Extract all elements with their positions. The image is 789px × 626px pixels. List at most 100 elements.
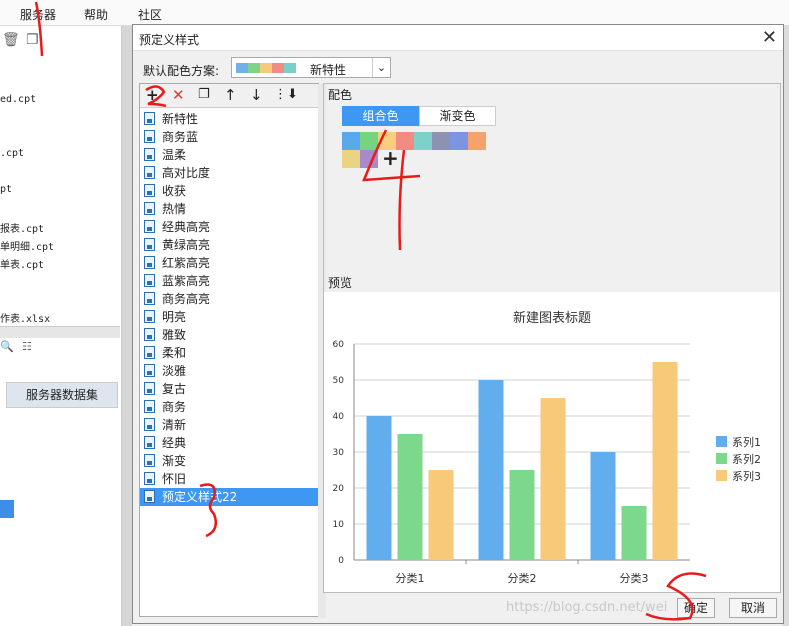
- palette-swatch[interactable]: [342, 132, 360, 150]
- chevron-down-icon[interactable]: ⌄: [372, 58, 390, 77]
- style-doc-icon: [144, 148, 155, 161]
- selection-marker: [0, 500, 14, 518]
- chart-preview: 新建图表标题 0 10 20 30 40 50 60 分类1 分类2 分类3 系列1 系列2 系列3: [324, 292, 780, 592]
- list-item[interactable]: 清新: [140, 416, 318, 434]
- menu-help[interactable]: 帮助: [84, 6, 108, 23]
- list-item[interactable]: 新特性: [140, 110, 318, 128]
- search-icon[interactable]: 🔍: [0, 340, 14, 353]
- list-item-label: 高对比度: [162, 166, 211, 180]
- scheme-swatch: [260, 63, 272, 73]
- list-item-label: 预定义样式22: [162, 490, 238, 504]
- file-item[interactable]: 单明细.cpt: [0, 238, 54, 253]
- scheme-swatch: [248, 63, 260, 73]
- list-item[interactable]: 经典高亮: [140, 218, 318, 236]
- list-item-label: 经典: [162, 436, 187, 450]
- x-tick-label: 分类3: [620, 571, 649, 585]
- list-toolbar: + ✕ ❐ ↑ ↓ ⋮⬇: [140, 84, 318, 108]
- list-item[interactable]: 渐变: [140, 452, 318, 470]
- palette-swatch[interactable]: [432, 132, 450, 150]
- style-doc-icon: [144, 418, 155, 431]
- bar: [621, 506, 647, 560]
- trash-icon[interactable]: 🗑: [2, 32, 20, 48]
- list-item[interactable]: 热情: [140, 200, 318, 218]
- scheme-swatch: [236, 63, 248, 73]
- style-doc-icon: [144, 238, 155, 251]
- list-item[interactable]: 复古: [140, 380, 318, 398]
- file-tree-panel: 🗑 ❐ ed.cpt .cpt pt 报表.cpt 单明细.cpt 单表.cpt…: [0, 26, 122, 626]
- delete-icon[interactable]: ✕: [172, 86, 185, 104]
- menu-community[interactable]: 社区: [138, 6, 162, 23]
- list-item-label: 红紫高亮: [162, 256, 211, 270]
- bar: [366, 416, 392, 560]
- menu-server[interactable]: 服务器: [20, 6, 56, 23]
- style-doc-icon: [144, 184, 155, 197]
- style-detail-panel: 配色 组合色 渐变色 + 预览 新建图表标题 0 10 20 30 40 50 60 分类1 分类…: [323, 83, 781, 593]
- list-item-label: 商务: [162, 400, 187, 414]
- list-item-label: 复古: [162, 382, 187, 396]
- add-color-icon[interactable]: +: [382, 148, 399, 168]
- bar: [428, 470, 454, 560]
- add-icon[interactable]: +: [146, 86, 159, 104]
- move-bottom-icon[interactable]: ⋮⬇: [274, 86, 298, 104]
- list-item-label: 新特性: [162, 112, 199, 126]
- bar: [590, 452, 616, 560]
- y-tick-label: 0: [338, 556, 344, 566]
- style-doc-icon: [144, 130, 155, 143]
- y-tick-label: 30: [333, 448, 345, 458]
- copy-icon[interactable]: ❐: [26, 32, 39, 48]
- tab-gradient-color[interactable]: 渐变色: [419, 106, 496, 126]
- dataset-icon[interactable]: ☷: [22, 340, 32, 353]
- list-item-label: 渐变: [162, 454, 187, 468]
- menu-bar: 服务器 帮助 社区: [0, 0, 789, 26]
- list-item[interactable]: 商务高亮: [140, 290, 318, 308]
- file-item[interactable]: .cpt: [0, 148, 24, 159]
- list-item[interactable]: 经典: [140, 434, 318, 452]
- legend-label: 系列3: [732, 469, 761, 483]
- list-item[interactable]: 柔和: [140, 344, 318, 362]
- list-item[interactable]: 高对比度: [140, 164, 318, 182]
- list-item[interactable]: 温柔: [140, 146, 318, 164]
- list-item[interactable]: 怀旧: [140, 470, 318, 488]
- style-doc-icon: [144, 310, 155, 323]
- palette-swatch[interactable]: [468, 132, 486, 150]
- style-doc-icon: [144, 292, 155, 305]
- close-icon[interactable]: ✕: [762, 27, 777, 48]
- cancel-button[interactable]: 取消: [729, 598, 777, 618]
- file-item[interactable]: 单表.cpt: [0, 256, 44, 271]
- list-item[interactable]: 收获: [140, 182, 318, 200]
- legend-swatch: [716, 453, 727, 464]
- list-item[interactable]: 商务: [140, 398, 318, 416]
- file-item[interactable]: ed.cpt: [0, 94, 36, 105]
- legend-label: 系列1: [732, 435, 761, 449]
- palette-swatch[interactable]: [342, 150, 360, 168]
- copy-style-icon[interactable]: ❐: [198, 86, 210, 104]
- list-item[interactable]: 红紫高亮: [140, 254, 318, 272]
- list-item[interactable]: 商务蓝: [140, 128, 318, 146]
- list-item[interactable]: 雅致: [140, 326, 318, 344]
- panel-splitter[interactable]: [0, 326, 120, 338]
- style-doc-icon: [144, 112, 155, 125]
- legend-label: 系列2: [732, 452, 761, 466]
- list-item[interactable]: 明亮: [140, 308, 318, 326]
- list-item-label: 收获: [162, 184, 187, 198]
- palette-swatch[interactable]: [450, 132, 468, 150]
- file-item[interactable]: 作表.xlsx: [0, 310, 50, 325]
- file-item[interactable]: pt: [0, 184, 12, 195]
- tab-server-dataset[interactable]: 服务器数据集: [6, 382, 118, 408]
- scheme-dropdown[interactable]: 新特性 ⌄: [231, 57, 391, 78]
- list-item[interactable]: 蓝紫高亮: [140, 272, 318, 290]
- list-item[interactable]: 淡雅: [140, 362, 318, 380]
- x-tick-label: 分类2: [508, 571, 537, 585]
- palette-swatch[interactable]: [360, 150, 378, 168]
- list-item[interactable]: 黄绿高亮: [140, 236, 318, 254]
- list-item[interactable]: 预定义样式22: [140, 488, 318, 506]
- file-item[interactable]: 报表.cpt: [0, 220, 44, 235]
- palette-swatch[interactable]: [414, 132, 432, 150]
- move-down-icon[interactable]: ↓: [250, 86, 263, 104]
- palette-swatch[interactable]: [360, 132, 378, 150]
- ok-button[interactable]: 确定: [677, 598, 715, 618]
- move-up-icon[interactable]: ↑: [224, 86, 237, 104]
- style-doc-icon: [144, 202, 155, 215]
- tab-combo-color[interactable]: 组合色: [342, 106, 419, 126]
- chart-title: 新建图表标题: [513, 310, 591, 326]
